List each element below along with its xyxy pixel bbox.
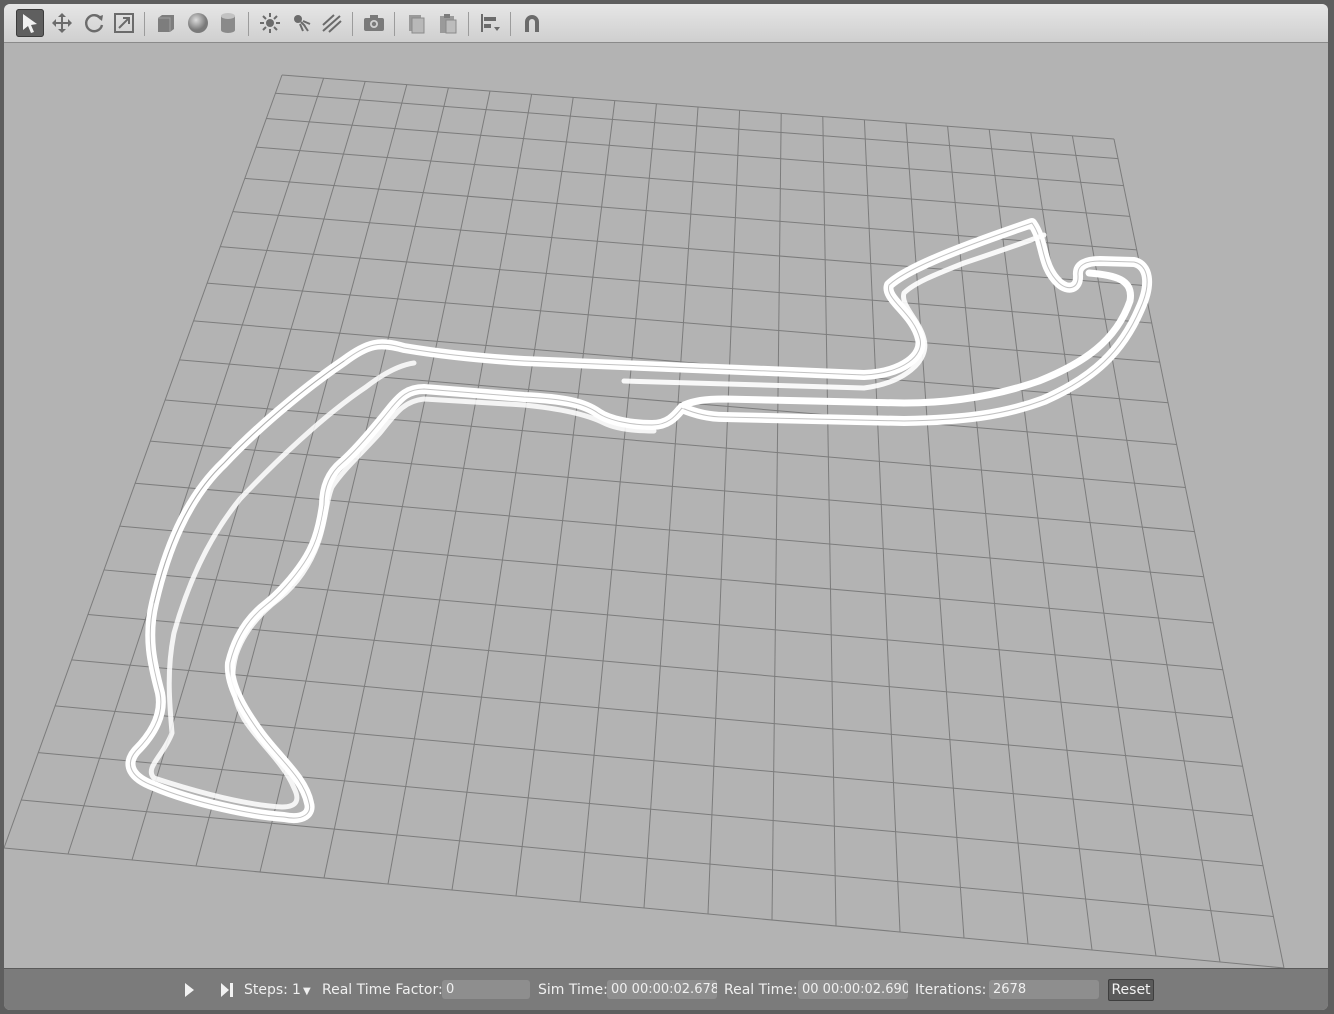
grid-line xyxy=(905,122,965,939)
point-light-icon[interactable] xyxy=(256,9,284,37)
grid-line xyxy=(21,799,1274,918)
grid-lines xyxy=(4,74,1285,968)
translate-icon[interactable] xyxy=(48,9,76,37)
grid-line xyxy=(195,84,408,867)
steps-label: Steps: xyxy=(244,982,288,998)
grid-line xyxy=(707,110,741,915)
real-time-field: 00 00:00:02.690 xyxy=(798,980,908,999)
directional-light-icon[interactable] xyxy=(318,9,346,37)
select-arrow-icon[interactable] xyxy=(16,9,44,37)
rotate-icon[interactable] xyxy=(80,9,108,37)
spot-light-icon[interactable] xyxy=(288,9,316,37)
play-icon[interactable] xyxy=(180,981,198,999)
grid-line xyxy=(451,97,574,891)
grid-line xyxy=(259,87,449,873)
sphere-icon[interactable] xyxy=(184,9,212,37)
copy-icon[interactable] xyxy=(402,9,430,37)
grid-line xyxy=(822,116,837,927)
grid-line xyxy=(4,74,283,849)
grid-line xyxy=(863,119,901,933)
steps-value[interactable]: 1 xyxy=(292,980,301,1000)
status-bar: Steps: 1 ▼ Real Time Factor: 0 Sim Time:… xyxy=(4,968,1328,1010)
toolbar xyxy=(4,4,1328,43)
cylinder-icon[interactable] xyxy=(214,9,242,37)
grid-line xyxy=(323,90,491,879)
real-time-factor-field: 0 xyxy=(442,980,530,999)
gazebo-window: Steps: 1 ▼ Real Time Factor: 0 Sim Time:… xyxy=(4,4,1328,1010)
paste-icon[interactable] xyxy=(434,9,462,37)
align-icon[interactable] xyxy=(476,9,504,37)
grid-line xyxy=(67,78,325,855)
iterations-label: Iterations: xyxy=(915,982,987,998)
sim-time-label: Sim Time: xyxy=(538,982,608,998)
grid-line xyxy=(579,103,657,903)
grid-line xyxy=(4,847,1285,968)
ground-plane-grid[interactable] xyxy=(4,43,1328,968)
sim-time-field: 00 00:00:02.678 xyxy=(607,980,717,999)
grid-line xyxy=(515,100,616,897)
box-icon[interactable] xyxy=(152,9,180,37)
steps-dropdown-icon[interactable]: ▼ xyxy=(303,982,311,1002)
scale-icon[interactable] xyxy=(110,9,138,37)
real-time-label: Real Time: xyxy=(724,982,798,998)
screenshot-camera-icon[interactable] xyxy=(360,9,388,37)
iterations-field: 2678 xyxy=(989,980,1099,999)
race-track xyxy=(125,218,1153,823)
real-time-factor-label: Real Time Factor: xyxy=(322,982,443,998)
grid-line xyxy=(387,94,533,885)
snap-magnet-icon[interactable] xyxy=(518,9,546,37)
reset-button[interactable]: Reset xyxy=(1108,979,1154,1001)
grid-line xyxy=(643,106,699,909)
3d-viewport[interactable] xyxy=(4,43,1328,968)
step-icon[interactable] xyxy=(218,981,236,999)
grid-line xyxy=(771,113,782,921)
